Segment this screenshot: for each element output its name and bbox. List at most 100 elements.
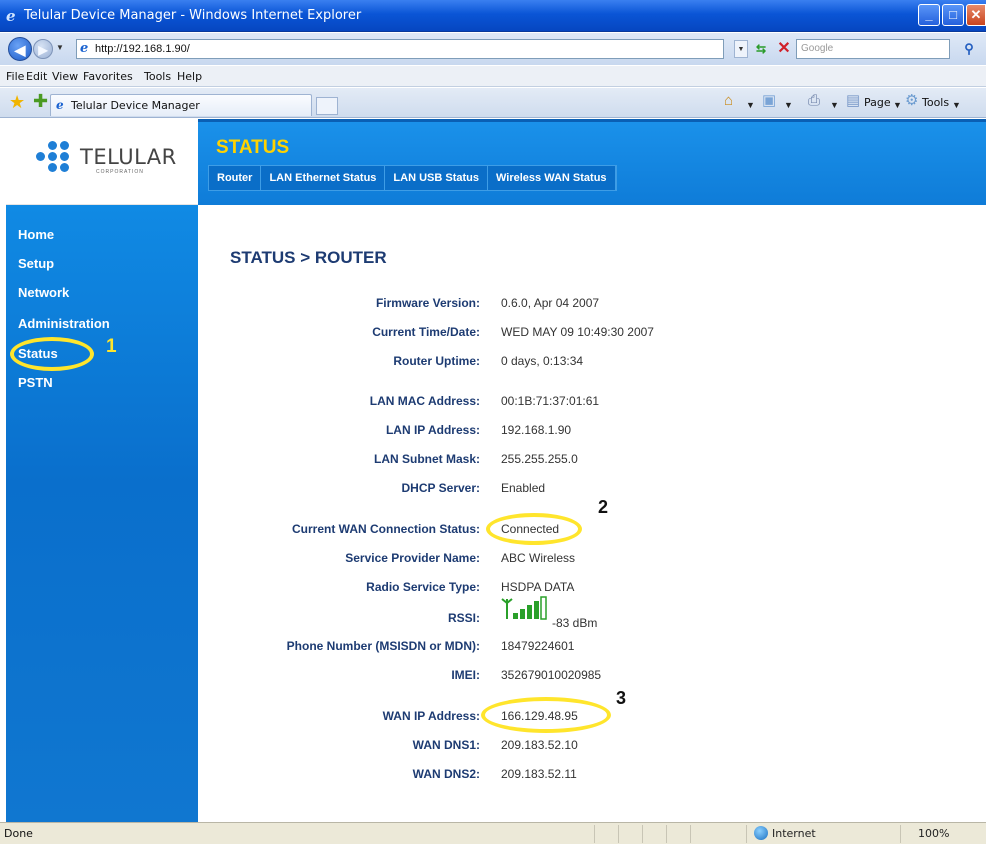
ie-icon: e <box>6 7 16 25</box>
annotation-3: 3 <box>616 688 627 708</box>
status-subnav: Router LAN Ethernet Status LAN USB Statu… <box>208 165 617 191</box>
label-dhcp-server: DHCP Server: <box>401 481 480 495</box>
close-button[interactable]: ✕ <box>966 4 986 26</box>
new-tab-button[interactable] <box>316 97 338 115</box>
logo-dots-icon <box>34 141 78 181</box>
internet-zone-globe-icon <box>754 826 768 840</box>
back-button[interactable]: ◀ <box>8 37 32 61</box>
content-title: STATUS > ROUTER <box>230 248 387 267</box>
search-icon[interactable]: ⚲ <box>954 39 984 59</box>
status-separator <box>690 825 691 843</box>
zoom-level[interactable]: 100% <box>918 827 949 840</box>
sidebar-item-setup[interactable]: Setup <box>18 256 54 271</box>
value-dhcp-server: Enabled <box>501 481 546 495</box>
recent-pages-dropdown-icon[interactable]: ▼ <box>56 43 64 52</box>
label-firmware-version: Firmware Version: <box>375 296 480 310</box>
subnav-router[interactable]: Router <box>209 166 262 190</box>
url-text: http://192.168.1.90/ <box>95 43 190 55</box>
url-dropdown-button[interactable]: ▼ <box>734 40 748 58</box>
menu-help[interactable]: Help <box>177 70 202 83</box>
label-current-time-date: Current Time/Date: <box>372 325 480 339</box>
url-input[interactable]: e http://192.168.1.90/ <box>76 39 724 59</box>
value-imei: 352679010020985 <box>501 668 602 682</box>
page-content: TELULAR CORPORATION STATUS Router LAN Et… <box>6 119 986 822</box>
value-lan-ip-address: 192.168.1.90 <box>501 423 572 437</box>
feeds-icon[interactable]: ▣ <box>762 93 776 109</box>
page-menu[interactable]: Page <box>864 96 891 109</box>
page-section-title: STATUS <box>216 137 290 158</box>
highlight-ring-status <box>10 337 94 371</box>
tools-menu[interactable]: Tools <box>922 96 949 109</box>
label-lan-ip-address: LAN IP Address: <box>385 423 480 437</box>
sidebar-item-administration[interactable]: Administration <box>18 316 110 331</box>
label-lan-subnet-mask: LAN Subnet Mask: <box>373 452 480 466</box>
value-firmware-version: 0.6.0, Apr 04 2007 <box>501 296 600 310</box>
print-icon[interactable]: ⎙ <box>808 93 820 109</box>
status-text: Done <box>4 827 33 840</box>
value-phone-number: 18479224601 <box>501 639 575 653</box>
label-service-provider-name: Service Provider Name: <box>345 551 480 565</box>
value-rssi: -83 dBm <box>552 616 598 630</box>
value-lan-subnet-mask: 255.255.255.0 <box>501 452 578 466</box>
title-bar: e Telular Device Manager - Windows Inter… <box>0 0 986 32</box>
stop-button[interactable]: ✕ <box>774 39 794 59</box>
print-dropdown-icon[interactable]: ▼ <box>830 97 839 113</box>
value-service-provider-name: ABC Wireless <box>501 551 576 565</box>
status-separator <box>618 825 619 843</box>
highlight-ring-connected <box>486 513 582 545</box>
window-title: Telular Device Manager - Windows Interne… <box>24 8 362 23</box>
status-bar: Done Internet 100% <box>0 822 986 844</box>
value-lan-mac-address: 00:1B:71:37:01:61 <box>501 394 600 408</box>
status-separator <box>900 825 901 843</box>
menu-bar: File Edit View Favorites Tools Help <box>0 65 986 87</box>
page-header: STATUS Router LAN Ethernet Status LAN US… <box>198 119 986 205</box>
search-input[interactable]: Google <box>796 39 950 59</box>
label-imei: IMEI: <box>451 668 480 682</box>
address-bar: ◀ ▶ ▼ e http://192.168.1.90/ ▼ ⇆ ✕ Googl… <box>0 33 986 65</box>
subnav-wireless-wan-status[interactable]: Wireless WAN Status <box>487 166 616 190</box>
forward-button[interactable]: ▶ <box>33 39 53 59</box>
home-dropdown-icon[interactable]: ▼ <box>746 97 755 113</box>
home-icon[interactable]: ⌂ <box>724 93 733 109</box>
minimize-button[interactable]: _ <box>918 4 940 26</box>
tab-telular-device-manager[interactable]: e Telular Device Manager <box>50 94 312 116</box>
label-rssi: RSSI: <box>447 611 480 625</box>
menu-tools[interactable]: Tools <box>144 70 171 83</box>
status-separator <box>746 825 747 843</box>
subnav-lan-ethernet-status[interactable]: LAN Ethernet Status <box>261 166 386 190</box>
maximize-button[interactable]: □ <box>942 4 964 26</box>
menu-edit[interactable]: Edit <box>26 70 47 83</box>
label-router-uptime: Router Uptime: <box>393 354 480 368</box>
label-radio-service-type: Radio Service Type: <box>366 580 480 594</box>
subnav-lan-usb-status[interactable]: LAN USB Status <box>385 166 488 190</box>
sidebar-item-home[interactable]: Home <box>18 227 54 242</box>
label-wan-ip-address: WAN IP Address: <box>382 709 480 723</box>
security-zone[interactable]: Internet <box>772 827 816 840</box>
tools-gear-icon: ⚙ <box>905 92 919 109</box>
refresh-button[interactable]: ⇆ <box>751 40 771 58</box>
add-favorites-icon[interactable]: ✚ <box>33 92 48 110</box>
sidebar-item-network[interactable]: Network <box>18 285 69 300</box>
page-icon: ▤ <box>846 92 861 109</box>
menu-favorites[interactable]: Favorites <box>83 70 133 83</box>
annotation-1: 1 <box>106 336 117 357</box>
label-phone-number: Phone Number (MSISDN or MDN): <box>286 639 480 653</box>
menu-view[interactable]: View <box>52 70 78 83</box>
sidebar-item-pstn[interactable]: PSTN <box>18 375 53 390</box>
favorites-star-icon[interactable]: ★ <box>9 93 25 111</box>
label-wan-dns2: WAN DNS2: <box>412 767 480 781</box>
value-wan-dns2: 209.183.52.11 <box>501 767 577 781</box>
annotation-2: 2 <box>598 497 609 517</box>
tab-page-icon: e <box>56 98 64 112</box>
feeds-dropdown-icon[interactable]: ▼ <box>784 97 793 113</box>
sidebar: Home Setup Network Administration Status… <box>6 205 198 822</box>
value-wan-dns1: 209.183.52.10 <box>501 738 578 752</box>
status-separator <box>666 825 667 843</box>
page-dropdown-icon[interactable]: ▼ <box>893 97 902 113</box>
page-icon: e <box>80 41 89 56</box>
tab-label: Telular Device Manager <box>71 99 200 112</box>
menu-file[interactable]: File <box>6 70 24 83</box>
label-wan-dns1: WAN DNS1: <box>412 738 480 752</box>
label-wan-connection-status: Current WAN Connection Status: <box>292 522 480 536</box>
tools-dropdown-icon[interactable]: ▼ <box>952 97 961 113</box>
